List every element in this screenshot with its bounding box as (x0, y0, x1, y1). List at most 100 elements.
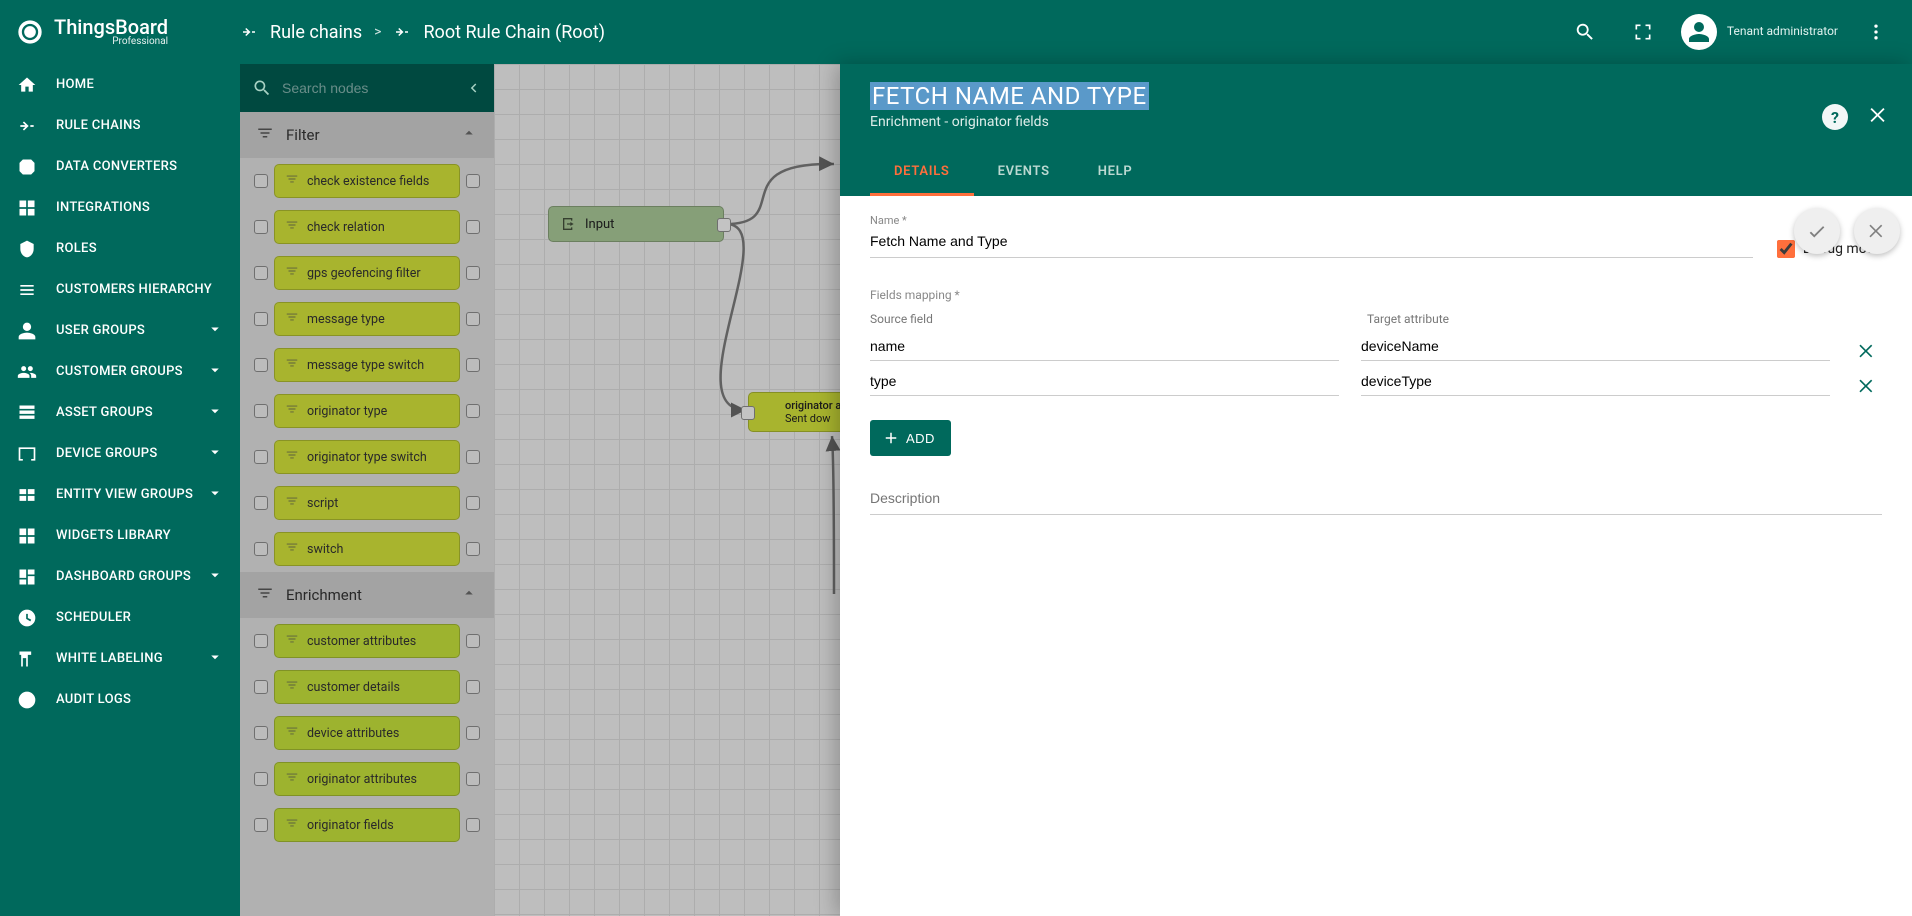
panel-title: FETCH NAME AND TYPE (870, 82, 1149, 110)
chevron-down-icon (206, 443, 224, 465)
panel-subtitle: Enrichment - originator fields (870, 114, 1882, 130)
sidebar-item-data-converters[interactable]: DATA CONVERTERS (0, 146, 240, 187)
tab-events[interactable]: EVENTS (974, 150, 1074, 196)
chevron-down-icon (206, 320, 224, 342)
sidebar-item-label: SCHEDULER (56, 610, 131, 625)
sidebar-item-label: CUSTOMERS HIERARCHY (56, 282, 212, 297)
mapping-row (870, 367, 1882, 396)
audit-icon (16, 689, 38, 711)
brand-edition: Professional (54, 37, 168, 47)
scheduler-icon (16, 607, 38, 629)
tab-details[interactable]: DETAILS (870, 150, 974, 196)
panel-body: Name * Debug mode Fields mapping * Sourc… (840, 196, 1912, 916)
sidebar-item-integrations[interactable]: INTEGRATIONS (0, 187, 240, 228)
roles-icon (16, 238, 38, 260)
sidebar-item-label: DASHBOARD GROUPS (56, 569, 191, 584)
sidebar-item-entity-view-groups[interactable]: ENTITY VIEW GROUPS (0, 474, 240, 515)
sidebar-item-rule-chains[interactable]: RULE CHAINS (0, 105, 240, 146)
entity-icon (16, 484, 38, 506)
avatar-icon (1681, 14, 1717, 50)
panel-header: FETCH NAME AND TYPE Enrichment - origina… (840, 64, 1912, 196)
sidebar-item-home[interactable]: HOME (0, 64, 240, 105)
sidebar-item-label: WHITE LABELING (56, 651, 163, 666)
fields-mapping-label: Fields mapping * (870, 288, 1882, 302)
sidebar-item-widgets-library[interactable]: WIDGETS LIBRARY (0, 515, 240, 556)
topbar: ThingsBoard Professional Rule chains > R… (0, 0, 1912, 64)
sidebar-item-label: AUDIT LOGS (56, 692, 131, 707)
remove-mapping-button[interactable] (1852, 376, 1882, 396)
name-input[interactable] (870, 227, 1753, 258)
target-attribute-input[interactable] (1361, 367, 1830, 396)
breadcrumb-current[interactable]: Root Rule Chain (Root) (423, 22, 605, 43)
sidebar-item-label: HOME (56, 77, 94, 92)
panel-tabs: DETAILS EVENTS HELP (870, 150, 1882, 196)
integrations-icon (16, 197, 38, 219)
brand-logo-icon (16, 18, 44, 46)
fullscreen-button[interactable] (1623, 12, 1663, 52)
home-icon (16, 74, 38, 96)
sidebar-item-device-groups[interactable]: DEVICE GROUPS (0, 433, 240, 474)
cancel-edit-button[interactable] (1854, 208, 1900, 254)
sidebar-item-label: DATA CONVERTERS (56, 159, 177, 174)
sidebar-item-label: ASSET GROUPS (56, 405, 153, 420)
hierarchy-icon (16, 279, 38, 301)
sidebar-item-label: CUSTOMER GROUPS (56, 364, 183, 379)
target-attribute-input[interactable] (1361, 332, 1830, 361)
brand-name: ThingsBoard (54, 17, 168, 37)
sidebar-item-user-groups[interactable]: USER GROUPS (0, 310, 240, 351)
asset-icon (16, 402, 38, 424)
close-panel-button[interactable] (1866, 104, 1888, 130)
dashboard-icon (16, 566, 38, 588)
breadcrumb-separator: > (374, 24, 381, 40)
sidebar-item-asset-groups[interactable]: ASSET GROUPS (0, 392, 240, 433)
source-field-header: Source field (870, 312, 1345, 326)
sidebar-item-white-labeling[interactable]: WHITE LABELING (0, 638, 240, 679)
chevron-down-icon (206, 566, 224, 588)
more-menu-button[interactable] (1856, 12, 1896, 52)
device-icon (16, 443, 38, 465)
sidebar-item-dashboard-groups[interactable]: DASHBOARD GROUPS (0, 556, 240, 597)
user-icon (16, 320, 38, 342)
widgets-icon (16, 525, 38, 547)
sidebar-item-label: INTEGRATIONS (56, 200, 150, 215)
source-field-input[interactable] (870, 367, 1339, 396)
sidebar-item-roles[interactable]: ROLES (0, 228, 240, 269)
sidebar-item-label: RULE CHAINS (56, 118, 141, 133)
search-button[interactable] (1565, 12, 1605, 52)
debug-checkbox[interactable] (1777, 240, 1795, 258)
sidebar-item-customers-hierarchy[interactable]: CUSTOMERS HIERARCHY (0, 269, 240, 310)
rule-icon (16, 115, 38, 137)
source-field-input[interactable] (870, 332, 1339, 361)
name-label: Name * (870, 214, 1753, 227)
sidebar-item-label: ROLES (56, 241, 97, 256)
sidebar-item-label: WIDGETS LIBRARY (56, 528, 171, 543)
sidebar-item-audit-logs[interactable]: AUDIT LOGS (0, 679, 240, 720)
sidebar-item-label: USER GROUPS (56, 323, 145, 338)
chevron-down-icon (206, 648, 224, 670)
breadcrumb: Rule chains > Root Rule Chain (Root) (240, 22, 605, 43)
chevron-down-icon (206, 484, 224, 506)
remove-mapping-button[interactable] (1852, 341, 1882, 361)
sidebar-item-customer-groups[interactable]: CUSTOMER GROUPS (0, 351, 240, 392)
customer-icon (16, 361, 38, 383)
user-role: Tenant administrator (1727, 25, 1838, 38)
chevron-down-icon (206, 402, 224, 424)
add-label: ADD (906, 431, 935, 446)
tab-help[interactable]: HELP (1074, 150, 1157, 196)
user-menu[interactable]: Tenant administrator (1681, 14, 1838, 50)
sidebar-item-scheduler[interactable]: SCHEDULER (0, 597, 240, 638)
rule-chain-icon (240, 23, 258, 41)
target-attribute-header: Target attribute (1367, 312, 1842, 326)
add-mapping-button[interactable]: ADD (870, 420, 951, 456)
breadcrumb-parent[interactable]: Rule chains (270, 22, 362, 43)
plus-icon (882, 429, 900, 447)
description-input[interactable] (870, 484, 1882, 515)
label-icon (16, 648, 38, 670)
help-button[interactable]: ? (1822, 104, 1848, 130)
brand[interactable]: ThingsBoard Professional (0, 0, 240, 64)
apply-button[interactable] (1794, 208, 1840, 254)
sidebar-item-label: DEVICE GROUPS (56, 446, 158, 461)
rule-chain-icon (393, 23, 411, 41)
node-details-panel: FETCH NAME AND TYPE Enrichment - origina… (840, 64, 1912, 916)
convert-icon (16, 156, 38, 178)
